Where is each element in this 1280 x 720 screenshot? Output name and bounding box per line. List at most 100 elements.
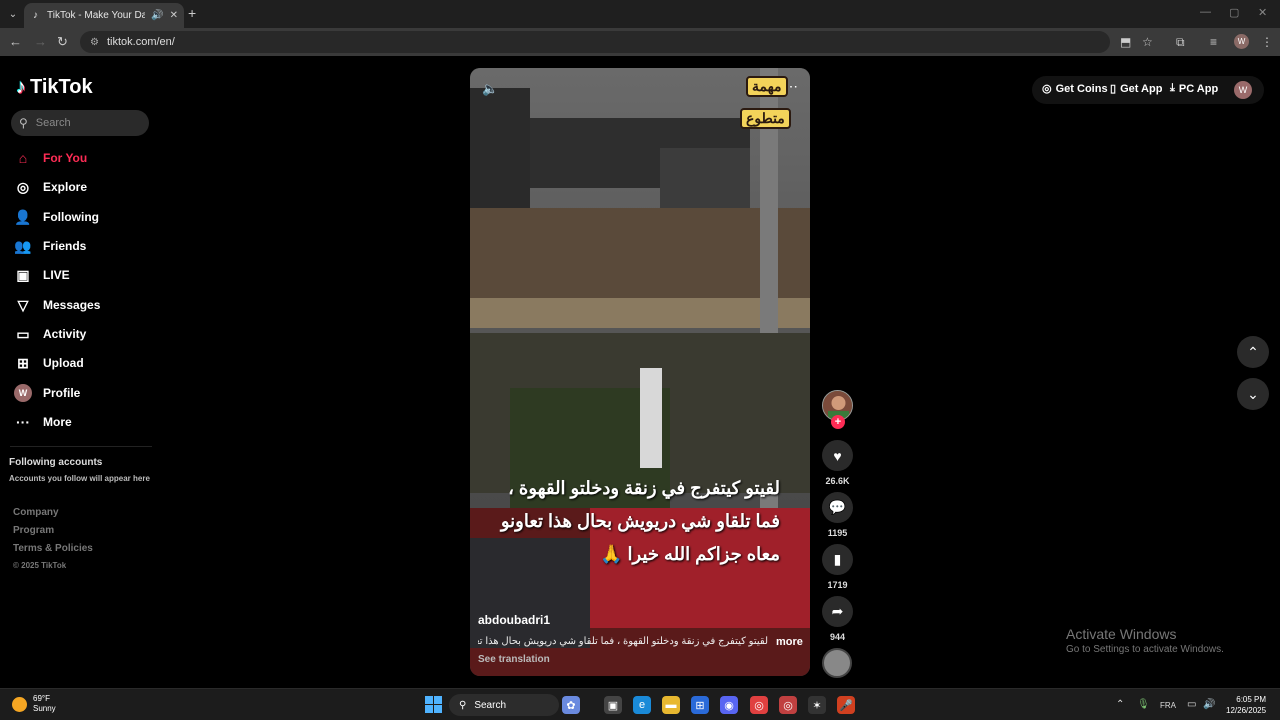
upload-icon: ⊞ xyxy=(17,354,29,371)
sidebar-item-more[interactable]: ··· More xyxy=(14,411,164,433)
volume-tray-icon[interactable]: 🔊 xyxy=(1203,699,1215,710)
store-icon[interactable]: ⊞ xyxy=(691,696,709,714)
audio-playing-icon[interactable]: 🔊 xyxy=(151,10,163,21)
follow-plus-icon[interactable]: + xyxy=(831,415,845,429)
mic-tray-icon[interactable]: 🎙 xyxy=(1137,699,1150,710)
volume-icon[interactable]: 🔈 xyxy=(482,81,498,97)
footer-link-company[interactable]: Company xyxy=(13,507,59,518)
discord-icon[interactable]: ◉ xyxy=(720,696,738,714)
task-view-icon[interactable]: ▣ xyxy=(604,696,622,714)
sidebar-item-following[interactable]: 👤 Following xyxy=(14,206,164,228)
bookmark-star-icon[interactable]: ☆ xyxy=(1142,35,1153,49)
weather-condition: Sunny xyxy=(33,704,56,713)
watermark-subtitle: Go to Settings to activate Windows. xyxy=(1066,644,1224,655)
search-input[interactable]: ⚲ Search xyxy=(11,110,149,136)
network-icon[interactable]: ▭ xyxy=(1187,699,1196,710)
sidebar-item-label: Upload xyxy=(43,356,84,370)
avatar[interactable]: W xyxy=(1234,81,1252,99)
get-coins-button[interactable]: ◎ Get Coins xyxy=(1042,82,1108,96)
microphone-app-icon[interactable]: 🎤 xyxy=(837,696,855,714)
chevron-up-icon: ⌃ xyxy=(1247,343,1259,360)
maximize-icon[interactable]: ▢ xyxy=(1229,6,1239,19)
sidebar-item-upload[interactable]: ⊞ Upload xyxy=(14,352,164,374)
sidebar-item-label: Following xyxy=(43,210,99,224)
video-caption-overlay: لقيتو كيتفرج في زنقة ودخلتو القهوة ، فما… xyxy=(500,478,780,564)
friends-icon: 👥 xyxy=(14,237,32,254)
widgets-icon[interactable]: ✿ xyxy=(562,696,580,714)
sun-icon xyxy=(12,696,27,712)
media-controls-icon[interactable]: ≡ xyxy=(1210,35,1217,49)
sidebar-item-label: Explore xyxy=(43,180,88,194)
footer-link-terms[interactable]: Terms & Policies xyxy=(13,543,93,554)
sidebar-item-activity[interactable]: ▭ Activity xyxy=(14,323,164,345)
back-icon[interactable]: ← xyxy=(9,34,22,49)
sidebar-item-label: For You xyxy=(43,151,88,165)
save-button[interactable]: ▮ xyxy=(822,544,853,575)
volunteer-badge: مهمة متطوع xyxy=(740,72,802,140)
weather-temp: 69°F xyxy=(33,694,50,703)
copyright: © 2025 TikTok xyxy=(13,561,67,570)
next-video-button[interactable]: ⌄ xyxy=(1237,378,1269,410)
address-bar[interactable]: ⚙ tiktok.com/en/ xyxy=(80,31,1110,53)
chrome-profile-icon[interactable]: ◎ xyxy=(779,696,797,714)
sidebar-item-live[interactable]: ▣ LIVE xyxy=(14,264,164,286)
get-app-button[interactable]: ▯ Get App xyxy=(1110,82,1163,96)
edge-icon[interactable]: e xyxy=(633,696,651,714)
tab-search-icon[interactable]: ⌄ xyxy=(4,5,22,23)
weather-widget[interactable]: 69°F Sunny xyxy=(12,694,56,714)
see-translation-link[interactable]: See translation xyxy=(478,654,550,665)
browser-tab[interactable]: ♪ TikTok - Make Your Day 🔊 ✕ xyxy=(24,3,184,28)
video-frame xyxy=(470,68,810,676)
forward-icon[interactable]: → xyxy=(34,34,47,49)
browser-profile-avatar[interactable]: W xyxy=(1234,34,1249,49)
close-tab-icon[interactable]: ✕ xyxy=(170,10,178,21)
sidebar-item-messages[interactable]: ▽ Messages xyxy=(14,294,164,316)
following-accounts-heading: Following accounts xyxy=(9,457,103,468)
reload-icon[interactable]: ↻ xyxy=(57,34,68,50)
description-more-link[interactable]: more xyxy=(776,636,803,648)
video-player[interactable]: 🔈 ⋯ مهمة متطوع لقيتو كيتفرج في زنقة ودخل… xyxy=(470,68,810,676)
logo-text: TikTok xyxy=(30,76,93,98)
user-icon: 👤 xyxy=(14,208,32,225)
file-explorer-icon[interactable]: ▬ xyxy=(662,696,680,714)
footer-link-program[interactable]: Program xyxy=(13,525,54,536)
get-app-label: Get App xyxy=(1120,82,1163,95)
tab-title: TikTok - Make Your Day xyxy=(47,10,146,21)
extensions-icon[interactable]: ⧉ xyxy=(1176,35,1185,50)
show-hidden-icons[interactable]: ⌃ xyxy=(1116,699,1124,710)
close-window-icon[interactable]: ✕ xyxy=(1258,6,1267,19)
sidebar-item-explore[interactable]: ◎ Explore xyxy=(14,176,164,198)
comment-button[interactable]: 💬 xyxy=(822,492,853,523)
start-button[interactable] xyxy=(425,696,442,713)
watermark-title: Activate Windows xyxy=(1066,626,1177,642)
tiktok-logo[interactable]: ♪ TikTok xyxy=(16,76,93,99)
sidebar-item-profile[interactable]: W Profile xyxy=(14,382,164,404)
browser-toolbar: ← → ↻ ⚙ tiktok.com/en/ ⬒ ☆ ⧉ ≡ W ⋮ xyxy=(0,28,1280,56)
url-text: tiktok.com/en/ xyxy=(106,36,175,48)
sidebar-item-friends[interactable]: 👥 Friends xyxy=(14,235,164,257)
clock[interactable]: 6:05 PM 12/26/2025 xyxy=(1226,694,1266,716)
chrome-icon[interactable]: ◎ xyxy=(750,696,768,714)
sidebar-item-label: Messages xyxy=(43,298,101,312)
language-indicator[interactable]: FRA xyxy=(1160,701,1176,710)
live-icon: ▣ xyxy=(16,266,30,283)
browser-menu-icon[interactable]: ⋮ xyxy=(1261,35,1273,49)
like-button[interactable]: ♥ xyxy=(822,440,853,471)
minimize-icon[interactable]: — xyxy=(1200,6,1211,18)
search-icon: ⚲ xyxy=(459,699,467,711)
video-author[interactable]: abdoubadri1 xyxy=(478,613,550,627)
taskbar-search[interactable]: ⚲ Search xyxy=(449,694,559,716)
install-app-icon[interactable]: ⬒ xyxy=(1120,35,1131,49)
sidebar-item-for-you[interactable]: ⌂ For You xyxy=(14,147,164,169)
new-tab-button[interactable]: + xyxy=(188,5,196,21)
previous-video-button[interactable]: ⌃ xyxy=(1237,336,1269,368)
share-button[interactable]: ➦ xyxy=(822,596,853,627)
site-info-icon[interactable]: ⚙ xyxy=(90,37,99,48)
bookmark-icon: ▮ xyxy=(833,551,842,567)
music-disc[interactable] xyxy=(822,648,852,678)
pc-app-button[interactable]: ⤓ PC App xyxy=(1170,82,1218,95)
pc-app-label: PC App xyxy=(1178,82,1219,95)
browser-tab-bar: ⌄ ♪ TikTok - Make Your Day 🔊 ✕ + — ▢ ✕ xyxy=(0,0,1280,28)
search-icon: ⚲ xyxy=(19,116,28,130)
app-icon[interactable]: ✶ xyxy=(808,696,826,714)
